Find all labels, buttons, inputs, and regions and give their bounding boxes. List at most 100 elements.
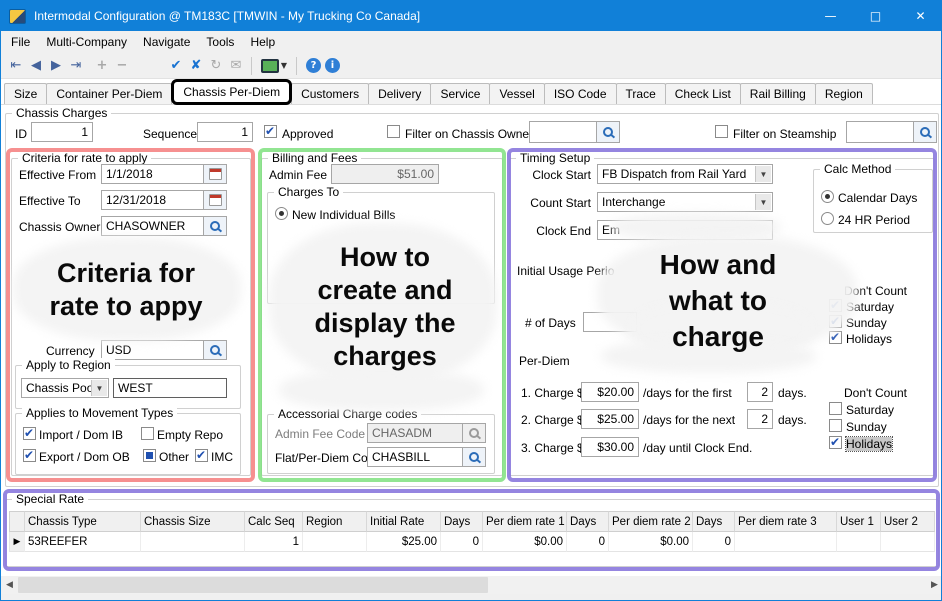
other-checkbox[interactable] bbox=[143, 449, 156, 462]
flat-per-diem-code-field[interactable]: CHASBILL bbox=[367, 447, 463, 467]
effective-to-field[interactable]: 12/31/2018 bbox=[101, 190, 204, 210]
import-dom-ib-checkbox[interactable] bbox=[23, 427, 36, 440]
charge2-amount-field[interactable]: $25.00 bbox=[581, 409, 639, 429]
help-button[interactable]: ? bbox=[306, 58, 321, 73]
next-record-button[interactable]: ▶ bbox=[46, 56, 66, 76]
last-record-button[interactable]: ⇥ bbox=[66, 56, 86, 76]
dropdown-arrow-icon[interactable]: ▼ bbox=[755, 166, 771, 182]
empty-repo-checkbox[interactable] bbox=[141, 427, 154, 440]
tab-vessel[interactable]: Vessel bbox=[489, 83, 544, 104]
column-header[interactable]: Region bbox=[303, 511, 367, 532]
filter-steamship-lookup-button[interactable] bbox=[913, 121, 937, 143]
menu-navigate[interactable]: Navigate bbox=[135, 31, 198, 53]
dont-count-bottom-saturday-checkbox[interactable] bbox=[829, 402, 842, 415]
dont-count-bottom-holidays-checkbox[interactable] bbox=[829, 436, 842, 449]
id-field[interactable]: 1 bbox=[31, 122, 93, 142]
chassis-owner-field[interactable]: CHASOWNER bbox=[101, 216, 204, 236]
dont-count-top-sunday-checkbox[interactable] bbox=[829, 315, 842, 328]
clock-end-field[interactable]: Em bbox=[597, 220, 773, 240]
dont-count-top-saturday-checkbox[interactable] bbox=[829, 299, 842, 312]
column-header[interactable]: Per diem rate 2 bbox=[609, 511, 693, 532]
dont-count-top-holidays-checkbox[interactable] bbox=[829, 331, 842, 344]
admin-fee-code-field[interactable]: CHASADM bbox=[367, 423, 463, 443]
dont-count-bottom-sunday-checkbox[interactable] bbox=[829, 419, 842, 432]
approved-checkbox[interactable] bbox=[264, 125, 277, 138]
add-record-button[interactable]: + bbox=[92, 56, 112, 76]
column-header[interactable]: Per diem rate 1 bbox=[483, 511, 567, 532]
tab-container-per-diem[interactable]: Container Per-Diem bbox=[46, 83, 172, 104]
imc-checkbox[interactable] bbox=[195, 449, 208, 462]
column-header[interactable]: Chassis Size bbox=[141, 511, 245, 532]
region-field[interactable]: WEST bbox=[113, 378, 227, 398]
cell-region[interactable] bbox=[303, 532, 367, 552]
cancel-button[interactable]: ✘ bbox=[186, 56, 206, 76]
scroll-right-button[interactable]: ▶ bbox=[926, 576, 942, 594]
charge1-days-field[interactable]: 2 bbox=[747, 382, 773, 402]
cell-chassis-size[interactable] bbox=[141, 532, 245, 552]
cell-initial-rate[interactable]: $25.00 bbox=[367, 532, 441, 552]
column-header[interactable]: Days bbox=[441, 511, 483, 532]
save-button[interactable]: ✔ bbox=[166, 56, 186, 76]
close-button[interactable]: ✕ bbox=[898, 1, 942, 31]
tab-chassis-per-diem[interactable]: Chassis Per-Diem bbox=[171, 79, 292, 105]
column-header[interactable]: Calc Seq bbox=[245, 511, 303, 532]
tab-customers[interactable]: Customers bbox=[291, 83, 369, 104]
cell-user-1[interactable] bbox=[837, 532, 881, 552]
effective-from-field[interactable]: 1/1/2018 bbox=[101, 164, 204, 184]
charge1-amount-field[interactable]: $20.00 bbox=[581, 382, 639, 402]
horizontal-scrollbar[interactable]: ◀ ▶ bbox=[1, 576, 942, 594]
screen-button[interactable]: ▼ bbox=[257, 56, 291, 76]
effective-to-calendar-button[interactable] bbox=[203, 190, 227, 210]
info-button[interactable]: i bbox=[325, 58, 340, 73]
cell-days-2[interactable]: 0 bbox=[567, 532, 609, 552]
tab-service[interactable]: Service bbox=[430, 83, 490, 104]
menu-help[interactable]: Help bbox=[242, 31, 283, 53]
prev-record-button[interactable]: ◀ bbox=[26, 56, 46, 76]
column-header[interactable]: Days bbox=[693, 511, 735, 532]
new-individual-bills-radio[interactable] bbox=[275, 207, 288, 220]
currency-lookup-button[interactable] bbox=[203, 340, 227, 360]
column-header[interactable]: Days bbox=[567, 511, 609, 532]
cell-days-3[interactable]: 0 bbox=[693, 532, 735, 552]
cell-days-1[interactable]: 0 bbox=[441, 532, 483, 552]
tab-trace[interactable]: Trace bbox=[616, 83, 666, 104]
table-row[interactable]: ▶ 53REEFER 1 $25.00 0 $0.00 0 $0.00 0 bbox=[9, 532, 935, 552]
dropdown-arrow-icon[interactable]: ▼ bbox=[91, 380, 107, 396]
filter-steamship-field[interactable] bbox=[846, 121, 914, 143]
dropdown-arrow-icon[interactable]: ▼ bbox=[281, 61, 287, 70]
filter-chassis-owner-lookup-button[interactable] bbox=[596, 121, 620, 143]
admin-fee-field[interactable]: $51.00 bbox=[331, 164, 439, 184]
column-header[interactable]: Chassis Type bbox=[25, 511, 141, 532]
menu-file[interactable]: File bbox=[3, 31, 38, 53]
cell-per-diem-rate-1[interactable]: $0.00 bbox=[483, 532, 567, 552]
chassis-owner-lookup-button[interactable] bbox=[203, 216, 227, 236]
dropdown-arrow-icon[interactable]: ▼ bbox=[755, 194, 771, 210]
tab-size[interactable]: Size bbox=[4, 83, 47, 104]
tab-region[interactable]: Region bbox=[815, 83, 873, 104]
filter-chassis-owner-field[interactable] bbox=[529, 121, 597, 143]
flat-per-diem-code-lookup-button[interactable] bbox=[462, 447, 486, 467]
hr24-period-radio[interactable] bbox=[821, 212, 834, 225]
chassis-pool-combo[interactable]: Chassis Pool ▼ bbox=[21, 378, 109, 398]
cell-per-diem-rate-2[interactable]: $0.00 bbox=[609, 532, 693, 552]
export-dom-ob-checkbox[interactable] bbox=[23, 449, 36, 462]
effective-from-calendar-button[interactable] bbox=[203, 164, 227, 184]
sequence-field[interactable]: 1 bbox=[197, 122, 253, 142]
charge3-amount-field[interactable]: $30.00 bbox=[581, 437, 639, 457]
column-header[interactable]: User 1 bbox=[837, 511, 881, 532]
column-header[interactable]: Initial Rate bbox=[367, 511, 441, 532]
filter-steamship-checkbox[interactable] bbox=[715, 125, 728, 138]
menu-tools[interactable]: Tools bbox=[198, 31, 242, 53]
cell-user-2[interactable] bbox=[881, 532, 935, 552]
maximize-button[interactable]: □ bbox=[853, 1, 898, 31]
cell-calc-seq[interactable]: 1 bbox=[245, 532, 303, 552]
cell-chassis-type[interactable]: 53REEFER bbox=[25, 532, 141, 552]
clock-start-combo[interactable]: FB Dispatch from Rail Yard ▼ bbox=[597, 164, 773, 184]
first-record-button[interactable]: ⇤ bbox=[6, 56, 26, 76]
column-header[interactable]: User 2 bbox=[881, 511, 935, 532]
count-start-combo[interactable]: Interchange ▼ bbox=[597, 192, 773, 212]
refresh-button[interactable]: ↻ bbox=[206, 56, 226, 76]
tab-iso-code[interactable]: ISO Code bbox=[544, 83, 617, 104]
num-days-field[interactable] bbox=[583, 312, 637, 332]
currency-field[interactable]: USD bbox=[101, 340, 204, 360]
